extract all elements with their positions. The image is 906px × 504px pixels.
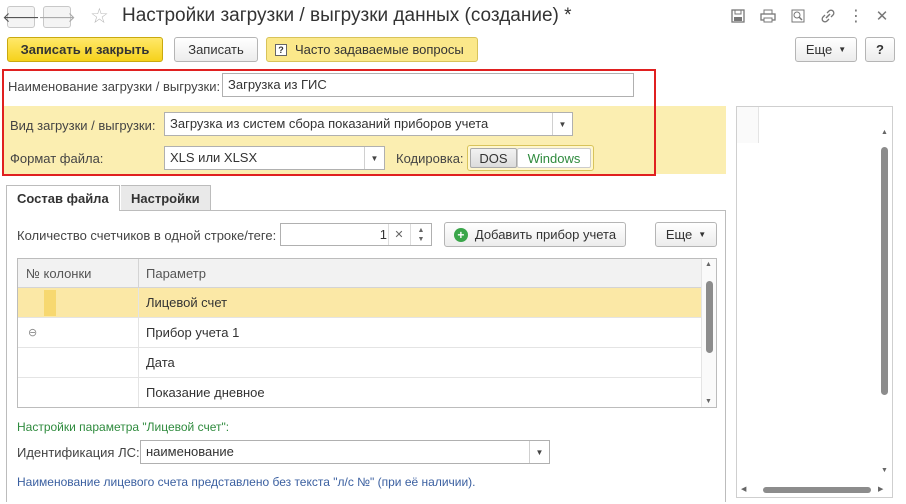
meters-count-label: Количество счетчиков в одной строке/теге… xyxy=(17,228,277,243)
encoding-toggle: DOS Windows xyxy=(467,145,594,171)
table-row[interactable]: Дата xyxy=(18,348,702,378)
type-label: Вид загрузки / выгрузки: xyxy=(10,118,156,133)
param-settings-title: Настройки параметра "Лицевой счет": xyxy=(17,420,230,434)
meters-count-stepper[interactable]: 1 ✕ ▲ ▼ xyxy=(280,223,432,246)
row-parameter: Дата xyxy=(146,355,175,370)
search-doc-icon[interactable] xyxy=(788,6,808,26)
ident-select[interactable]: наименование ▼ xyxy=(140,440,550,464)
columns-table: № колонки Параметр Лицевой счет ⊖ Прибор… xyxy=(17,258,717,408)
ident-label: Идентификация ЛС: xyxy=(17,445,140,460)
spin-icon[interactable]: ▲ ▼ xyxy=(410,224,431,245)
back-button[interactable]: 🡐 xyxy=(2,6,40,28)
table-row[interactable]: Показание дневное xyxy=(18,378,702,407)
scroll-down-icon[interactable]: ▼ xyxy=(705,398,712,405)
dropdown-arrow-icon[interactable]: ▼ xyxy=(529,441,549,463)
chevron-down-icon: ▼ xyxy=(838,45,847,54)
table-row[interactable]: ⊖ Прибор учета 1 xyxy=(18,318,702,348)
more-options-icon[interactable]: ⋮ xyxy=(846,6,866,26)
name-label: Наименование загрузки / выгрузки: xyxy=(8,79,221,94)
scroll-right-icon[interactable]: ▶ xyxy=(878,485,883,493)
question-icon: ? xyxy=(275,43,287,56)
encoding-windows-option[interactable]: Windows xyxy=(517,148,591,168)
table-header: № колонки Параметр xyxy=(18,259,702,288)
right-panel: ▲ ▼ ◀ ▶ xyxy=(736,106,893,498)
row-parameter: Прибор учета 1 xyxy=(146,325,240,340)
format-value: XLS или XLSX xyxy=(170,150,258,165)
arrow-right-icon: 🡒 xyxy=(38,8,76,25)
forward-button[interactable]: 🡒 xyxy=(38,6,76,28)
table-row[interactable]: Лицевой счет xyxy=(18,288,702,318)
row-parameter: Лицевой счет xyxy=(146,295,228,310)
right-panel-vscrollbar[interactable]: ▲ ▼ xyxy=(878,107,892,483)
table-scroll-thumb[interactable] xyxy=(706,281,713,353)
right-panel-header-cell xyxy=(737,107,759,143)
more-label: Еще xyxy=(805,42,833,57)
format-select[interactable]: XLS или XLSX ▼ xyxy=(164,146,385,170)
arrow-left-icon: 🡐 xyxy=(2,8,40,25)
print-icon[interactable] xyxy=(758,6,778,26)
right-panel-hscroll-thumb[interactable] xyxy=(763,487,871,493)
plus-circle-icon: + xyxy=(453,227,468,242)
column-header-number[interactable]: № колонки xyxy=(26,259,91,287)
add-meter-label: Добавить прибор учета xyxy=(474,227,617,242)
help-button[interactable]: ? xyxy=(865,37,895,62)
tab-settings[interactable]: Настройки xyxy=(121,185,211,211)
type-value: Загрузка из систем сбора показаний прибо… xyxy=(170,116,489,131)
ident-value: наименование xyxy=(146,444,234,459)
row-parameter: Показание дневное xyxy=(146,385,265,400)
window-title: Настройки загрузки / выгрузки данных (со… xyxy=(122,5,572,26)
dropdown-arrow-icon[interactable]: ▼ xyxy=(364,147,384,169)
row-edit-marker xyxy=(44,290,56,316)
star-icon[interactable]: ☆ xyxy=(90,4,109,29)
column-header-parameter[interactable]: Параметр xyxy=(146,259,206,287)
scroll-left-icon[interactable]: ◀ xyxy=(741,485,746,493)
format-label: Формат файла: xyxy=(10,151,104,166)
right-panel-hscrollbar[interactable]: ◀ ▶ xyxy=(737,483,892,497)
tab-file-composition[interactable]: Состав файла xyxy=(6,185,120,211)
clear-icon[interactable]: ✕ xyxy=(388,224,409,245)
encoding-label: Кодировка: xyxy=(396,151,464,166)
scroll-down-icon[interactable]: ▼ xyxy=(881,467,888,474)
link-icon[interactable] xyxy=(818,6,838,26)
name-input[interactable]: Загрузка из ГИС xyxy=(222,73,634,97)
column-divider xyxy=(138,259,139,288)
table-scrollbar[interactable]: ▲ ▼ xyxy=(701,259,716,407)
encoding-dos-option[interactable]: DOS xyxy=(470,148,517,168)
scroll-up-icon[interactable]: ▲ xyxy=(881,129,888,136)
type-select[interactable]: Загрузка из систем сбора показаний прибо… xyxy=(164,112,573,136)
table-more-button[interactable]: Еще ▼ xyxy=(655,222,717,247)
save-icon[interactable] xyxy=(728,6,748,26)
collapse-icon[interactable]: ⊖ xyxy=(28,318,37,347)
column-divider xyxy=(138,288,139,407)
add-meter-button[interactable]: + Добавить прибор учета xyxy=(444,222,626,247)
meters-count-value: 1 xyxy=(379,227,387,242)
chevron-down-icon: ▼ xyxy=(698,230,707,239)
note-text: Наименование лицевого счета представлено… xyxy=(17,475,476,489)
faq-label: Часто задаваемые вопросы xyxy=(295,42,464,57)
dropdown-arrow-icon[interactable]: ▼ xyxy=(552,113,572,135)
close-icon[interactable]: ✕ xyxy=(872,6,892,26)
faq-button[interactable]: ? Часто задаваемые вопросы xyxy=(266,37,478,62)
more-button[interactable]: Еще ▼ xyxy=(795,37,857,62)
right-panel-scroll-thumb[interactable] xyxy=(881,147,888,395)
save-and-close-button[interactable]: Записать и закрыть xyxy=(7,37,163,62)
scroll-up-icon[interactable]: ▲ xyxy=(705,261,712,268)
save-button[interactable]: Записать xyxy=(174,37,258,62)
table-more-label: Еще xyxy=(665,227,693,242)
